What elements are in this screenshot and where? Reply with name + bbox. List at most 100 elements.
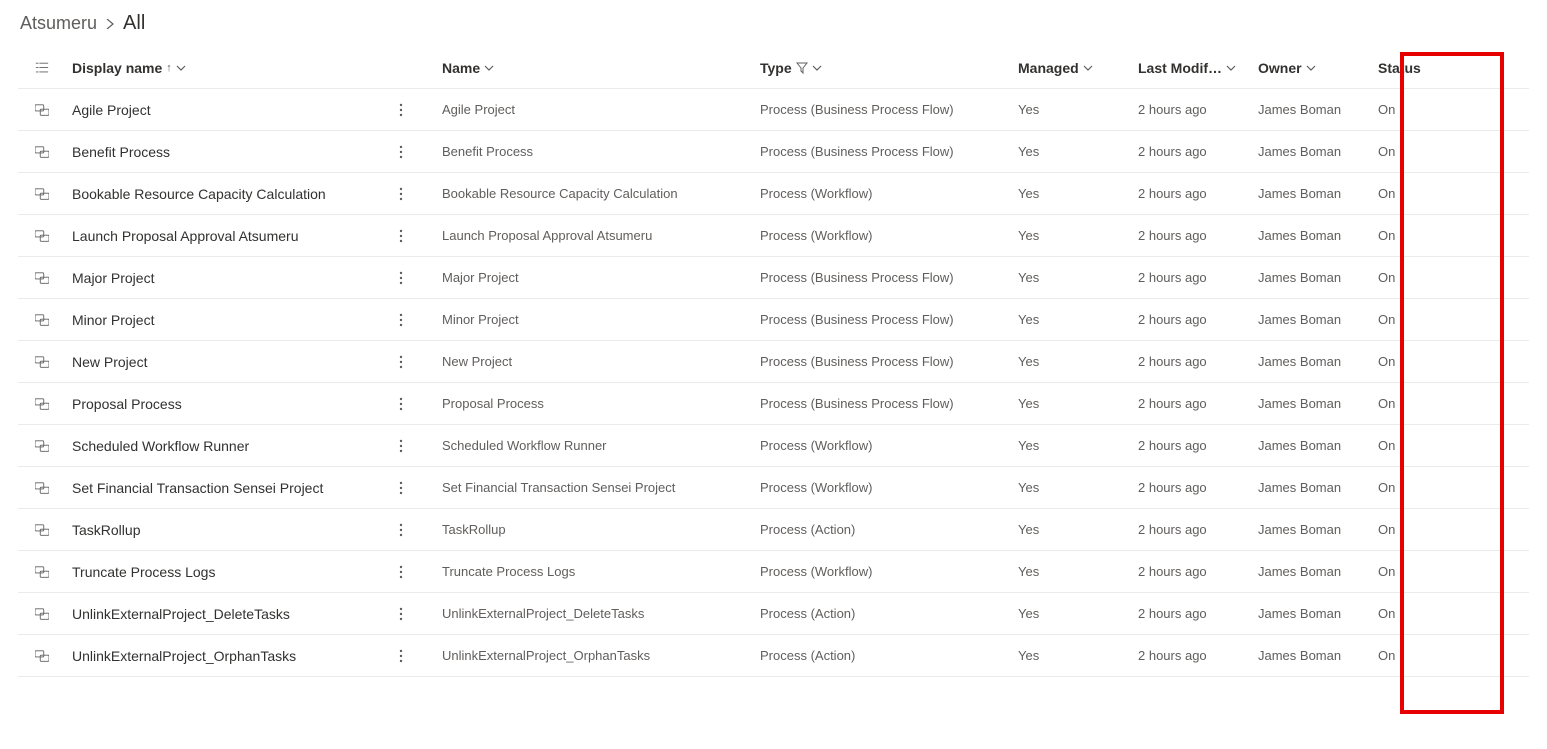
cell-display-name[interactable]: Minor Project <box>66 312 436 328</box>
cell-display-name[interactable]: New Project <box>66 354 436 370</box>
table-row[interactable]: TaskRollupTaskRollupProcess (Action)Yes2… <box>18 509 1529 551</box>
chevron-down-icon <box>1083 63 1093 73</box>
table-row[interactable]: Proposal ProcessProposal ProcessProcess … <box>18 383 1529 425</box>
table-row[interactable]: Set Financial Transaction Sensei Project… <box>18 467 1529 509</box>
table-row[interactable]: Agile ProjectAgile ProjectProcess (Busin… <box>18 89 1529 131</box>
more-actions-icon[interactable] <box>394 565 408 579</box>
process-icon <box>35 313 49 327</box>
header-managed-label: Managed <box>1018 60 1079 76</box>
header-name[interactable]: Name <box>436 60 754 76</box>
cell-managed: Yes <box>1012 228 1132 243</box>
table-row[interactable]: Benefit ProcessBenefit ProcessProcess (B… <box>18 131 1529 173</box>
table-row[interactable]: Minor ProjectMinor ProjectProcess (Busin… <box>18 299 1529 341</box>
more-actions-icon[interactable] <box>394 103 408 117</box>
row-type-icon-cell <box>18 103 66 117</box>
process-icon <box>35 439 49 453</box>
breadcrumb-solution[interactable]: Atsumeru <box>20 13 97 34</box>
table-row[interactable]: UnlinkExternalProject_DeleteTasksUnlinkE… <box>18 593 1529 635</box>
cell-display-name[interactable]: Agile Project <box>66 102 436 118</box>
table-row[interactable]: UnlinkExternalProject_OrphanTasksUnlinkE… <box>18 635 1529 677</box>
cell-last-modified: 2 hours ago <box>1132 270 1252 285</box>
header-owner[interactable]: Owner <box>1252 60 1372 76</box>
more-actions-icon[interactable] <box>394 481 408 495</box>
cell-last-modified: 2 hours ago <box>1132 522 1252 537</box>
sort-asc-icon: ↑ <box>166 62 172 74</box>
row-type-icon-cell <box>18 229 66 243</box>
cell-managed: Yes <box>1012 312 1132 327</box>
header-status[interactable]: Status <box>1372 60 1522 76</box>
select-all-header[interactable] <box>18 61 66 75</box>
cell-display-name[interactable]: Truncate Process Logs <box>66 564 436 580</box>
cell-last-modified: 2 hours ago <box>1132 480 1252 495</box>
cell-type: Process (Workflow) <box>754 564 1012 579</box>
cell-status: On <box>1372 228 1522 243</box>
cell-managed: Yes <box>1012 186 1132 201</box>
header-last-modified[interactable]: Last Modif… <box>1132 60 1252 76</box>
cell-type: Process (Action) <box>754 606 1012 621</box>
cell-display-name[interactable]: TaskRollup <box>66 522 436 538</box>
header-display-name[interactable]: Display name ↑ <box>66 60 436 76</box>
cell-managed: Yes <box>1012 438 1132 453</box>
cell-display-name[interactable]: Launch Proposal Approval Atsumeru <box>66 228 436 244</box>
cell-last-modified: 2 hours ago <box>1132 396 1252 411</box>
cell-owner: James Boman <box>1252 522 1372 537</box>
cell-display-name[interactable]: Benefit Process <box>66 144 436 160</box>
row-type-icon-cell <box>18 523 66 537</box>
cell-display-name[interactable]: UnlinkExternalProject_DeleteTasks <box>66 606 436 622</box>
cell-display-name[interactable]: Scheduled Workflow Runner <box>66 438 436 454</box>
more-actions-icon[interactable] <box>394 145 408 159</box>
select-all-icon <box>35 61 49 75</box>
row-type-icon-cell <box>18 565 66 579</box>
more-actions-icon[interactable] <box>394 397 408 411</box>
cell-managed: Yes <box>1012 480 1132 495</box>
more-actions-icon[interactable] <box>394 313 408 327</box>
process-icon <box>35 523 49 537</box>
row-type-icon-cell <box>18 355 66 369</box>
header-managed[interactable]: Managed <box>1012 60 1132 76</box>
grid-header-row: Display name ↑ Name Type Managed Last Mo… <box>18 47 1529 89</box>
cell-type: Process (Business Process Flow) <box>754 354 1012 369</box>
cell-type: Process (Workflow) <box>754 480 1012 495</box>
cell-type: Process (Action) <box>754 522 1012 537</box>
cell-last-modified: 2 hours ago <box>1132 354 1252 369</box>
table-row[interactable]: Bookable Resource Capacity CalculationBo… <box>18 173 1529 215</box>
process-icon <box>35 397 49 411</box>
breadcrumb-separator-icon <box>105 13 115 34</box>
cell-display-name[interactable]: Proposal Process <box>66 396 436 412</box>
cell-display-name[interactable]: Set Financial Transaction Sensei Project <box>66 480 436 496</box>
more-actions-icon[interactable] <box>394 355 408 369</box>
chevron-down-icon <box>1306 63 1316 73</box>
more-actions-icon[interactable] <box>394 523 408 537</box>
cell-type: Process (Business Process Flow) <box>754 144 1012 159</box>
cell-name: Proposal Process <box>436 396 754 411</box>
breadcrumb-current: All <box>123 12 145 35</box>
more-actions-icon[interactable] <box>394 271 408 285</box>
cell-display-name[interactable]: Bookable Resource Capacity Calculation <box>66 186 436 202</box>
cell-owner: James Boman <box>1252 102 1372 117</box>
cell-name: Bookable Resource Capacity Calculation <box>436 186 754 201</box>
row-type-icon-cell <box>18 607 66 621</box>
more-actions-icon[interactable] <box>394 439 408 453</box>
more-actions-icon[interactable] <box>394 187 408 201</box>
table-row[interactable]: Scheduled Workflow RunnerScheduled Workf… <box>18 425 1529 467</box>
table-row[interactable]: Truncate Process LogsTruncate Process Lo… <box>18 551 1529 593</box>
cell-status: On <box>1372 396 1522 411</box>
table-row[interactable]: Launch Proposal Approval AtsumeruLaunch … <box>18 215 1529 257</box>
table-row[interactable]: New ProjectNew ProjectProcess (Business … <box>18 341 1529 383</box>
cell-status: On <box>1372 648 1522 663</box>
cell-owner: James Boman <box>1252 186 1372 201</box>
more-actions-icon[interactable] <box>394 229 408 243</box>
cell-managed: Yes <box>1012 354 1132 369</box>
chevron-down-icon <box>1226 63 1236 73</box>
header-type[interactable]: Type <box>754 60 1012 76</box>
cell-name: Truncate Process Logs <box>436 564 754 579</box>
cell-name: Agile Project <box>436 102 754 117</box>
more-actions-icon[interactable] <box>394 607 408 621</box>
cell-display-name[interactable]: Major Project <box>66 270 436 286</box>
cell-last-modified: 2 hours ago <box>1132 438 1252 453</box>
more-actions-icon[interactable] <box>394 649 408 663</box>
table-row[interactable]: Major ProjectMajor ProjectProcess (Busin… <box>18 257 1529 299</box>
cell-name: Minor Project <box>436 312 754 327</box>
process-icon <box>35 229 49 243</box>
cell-display-name[interactable]: UnlinkExternalProject_OrphanTasks <box>66 648 436 664</box>
